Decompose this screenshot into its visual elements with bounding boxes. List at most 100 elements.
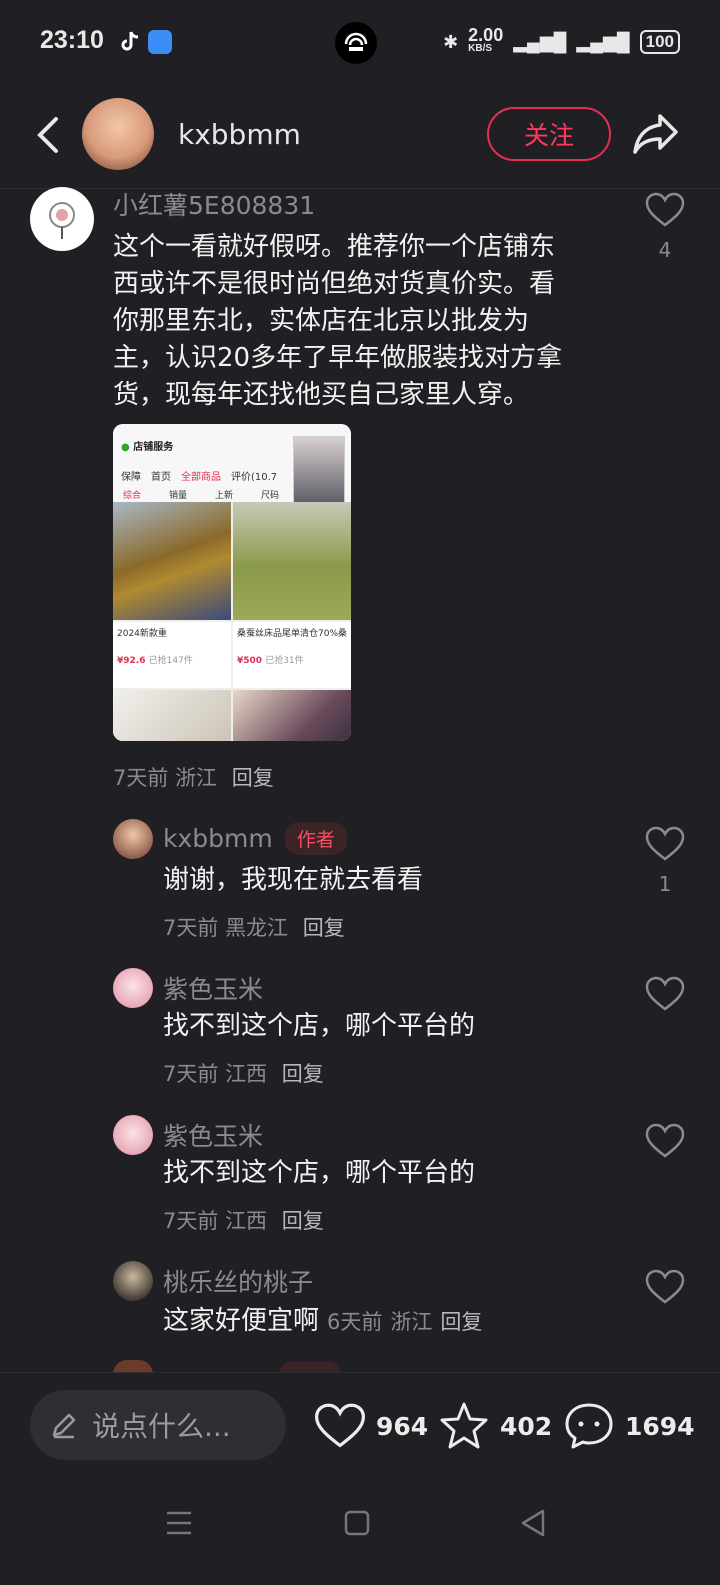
comment-input[interactable]: 说点什么... <box>30 1390 286 1460</box>
reply-text: 找不到这个店，哪个平台的 <box>163 1011 476 1041</box>
reply-author[interactable]: 紫色玉米 <box>163 970 263 1006</box>
reply-location: 江西 <box>225 1062 268 1086</box>
shot-filter: 销量 <box>169 491 188 501</box>
like-count: 1 <box>658 872 672 896</box>
reply-avatar[interactable] <box>113 819 153 859</box>
menu-nav-icon[interactable] <box>165 1508 193 1542</box>
product-card-1: 2024新款重 ¥92.6 已抢147件 <box>113 622 231 688</box>
back-nav-icon[interactable] <box>519 1508 547 1542</box>
comment-line: 货，现每年还找他买自己家里人穿。 <box>113 380 530 410</box>
comment-bubble-icon <box>565 1403 613 1449</box>
comment-line: 这个一看就好假呀。推荐你一个店铺东 <box>113 232 556 262</box>
shield-icon: ● <box>121 442 130 453</box>
comment-stat[interactable]: 1694 <box>563 1398 695 1454</box>
author-badge-partial <box>280 1362 340 1372</box>
like-stat[interactable]: 964 <box>314 1398 428 1454</box>
product-pants-image <box>113 502 231 620</box>
reply-text: 谢谢，我现在就去看看 <box>163 865 424 895</box>
shot-header: ● 店铺服务 保障 首页 全部商品 评价(10.7 综合 销量 上新 尺码 <box>113 424 351 524</box>
shot-filters: 综合 销量 上新 尺码 <box>123 488 279 501</box>
reply-line: 这家好便宜啊 6天前 浙江 回复 <box>163 1303 482 1340</box>
shot-store-text: 店铺服务 <box>133 442 174 453</box>
product-price-value: ¥500 <box>237 656 263 666</box>
product-price: ¥500 已抢31件 <box>237 653 347 666</box>
reply-meta: 7天前 江西 回复 <box>163 1058 324 1088</box>
reply-button[interactable]: 回复 <box>282 1209 324 1233</box>
reply-location: 江西 <box>225 1209 268 1233</box>
reply-button[interactable]: 回复 <box>232 766 274 790</box>
star-total: 402 <box>500 1411 553 1441</box>
product-sold: 已抢147件 <box>148 656 193 666</box>
reply-author-name[interactable]: kxbbmm <box>163 824 273 853</box>
reply-author[interactable]: 紫色玉米 <box>163 1117 263 1153</box>
like-heart-icon[interactable] <box>645 192 685 228</box>
battery-icon: 100 <box>639 30 680 54</box>
back-icon[interactable] <box>28 113 72 157</box>
comment-line: 主，认识20多年了早年做服装找对方拿 <box>113 343 563 373</box>
network-speed-unit: KB/S <box>468 43 493 54</box>
reply-author[interactable]: 桃乐丝的桃子 <box>163 1263 313 1299</box>
reply-avatar[interactable] <box>113 1115 153 1155</box>
like-heart-icon[interactable] <box>645 976 685 1012</box>
product-fabric-image <box>113 690 231 741</box>
comment-meta: 7天前 浙江 回复 <box>113 762 274 792</box>
shot-tab: 全部商品 <box>181 472 221 483</box>
star-stat[interactable]: 402 <box>438 1398 552 1454</box>
reply-time: 7天前 <box>163 1062 219 1086</box>
reply-location: 浙江 <box>390 1310 433 1334</box>
comment-avatar[interactable] <box>30 187 94 251</box>
shot-products: 2024新款重 ¥92.6 已抢147件 桑蚕丝床品尾单清仓70%桑 ¥500 … <box>113 502 351 741</box>
like-count: 4 <box>658 238 672 262</box>
shot-tabs: 保障 首页 全部商品 评价(10.7 <box>121 468 277 483</box>
comment-total: 1694 <box>625 1411 695 1441</box>
author-badge: 作者 <box>284 822 347 855</box>
comment-line: 你那里东北，实体店在北京以批发为 <box>113 306 530 336</box>
reply-avatar[interactable] <box>113 968 153 1008</box>
header-username[interactable]: kxbbmm <box>178 118 301 151</box>
signal-icon-2: ▂▄▆█ <box>576 31 630 52</box>
like-heart-icon[interactable] <box>645 1269 685 1305</box>
like-heart-icon[interactable] <box>645 1123 685 1159</box>
reply-button[interactable]: 回复 <box>303 916 345 940</box>
comment-location: 浙江 <box>175 766 218 790</box>
heart-icon <box>314 1403 366 1448</box>
comment-image[interactable]: ● 店铺服务 保障 首页 全部商品 评价(10.7 综合 销量 上新 尺码 20… <box>113 424 351 741</box>
reply-button[interactable]: 回复 <box>440 1306 482 1336</box>
like-heart-icon[interactable] <box>645 826 685 862</box>
author-avatar[interactable] <box>82 98 154 170</box>
reply-meta: 7天前 黑龙江 回复 <box>163 912 345 942</box>
status-right: ✱ 2.00 KB/S ▂▄▆█ ▂▄▆█ 100 <box>443 25 680 56</box>
reply-time: 7天前 <box>163 1209 219 1233</box>
follow-button[interactable]: 关注 <box>487 107 611 161</box>
reply-button[interactable]: 回复 <box>282 1062 324 1086</box>
comment-line: 西或许不是很时尚但绝对货真价实。看 <box>113 269 556 299</box>
home-nav-icon[interactable] <box>343 1508 371 1542</box>
product-price: ¥92.6 已抢147件 <box>117 653 227 666</box>
product-price-value: ¥92.6 <box>117 656 146 666</box>
network-speed: 2.00 KB/S <box>468 25 504 56</box>
product-silk-image <box>233 690 351 741</box>
product-bedding-image <box>233 502 351 620</box>
shot-store-label: ● 店铺服务 <box>121 438 173 453</box>
network-speed-value: 2.00 <box>468 25 504 45</box>
product-title: 2024新款重 <box>117 629 167 639</box>
reply-text: 这家好便宜啊 <box>163 1306 320 1336</box>
reply-text: 找不到这个店，哪个平台的 <box>163 1158 476 1188</box>
shot-filter: 上新 <box>215 491 234 501</box>
app-notification-icon <box>148 30 172 54</box>
header-divider <box>0 188 720 189</box>
product-sold: 已抢31件 <box>265 656 304 666</box>
product-card-2: 桑蚕丝床品尾单清仓70%桑 ¥500 已抢31件 <box>233 622 351 688</box>
pencil-icon <box>52 1413 76 1439</box>
shot-tab: 首页 <box>151 472 171 483</box>
comment-time: 7天前 <box>113 766 169 790</box>
reply-time: 7天前 <box>163 916 219 940</box>
comment-author[interactable]: 小红薯5E808831 <box>113 186 315 222</box>
share-icon[interactable] <box>632 112 680 156</box>
reply-location: 黑龙江 <box>225 916 289 940</box>
reply-avatar[interactable] <box>113 1261 153 1301</box>
reply-author[interactable]: kxbbmm 作者 <box>163 822 347 855</box>
dynamic-island <box>318 22 396 66</box>
shot-tab: 保障 <box>121 472 141 483</box>
comment-text: 这个一看就好假呀。推荐你一个店铺东 西或许不是很时尚但绝对货真价实。看 你那里东… <box>113 229 613 414</box>
